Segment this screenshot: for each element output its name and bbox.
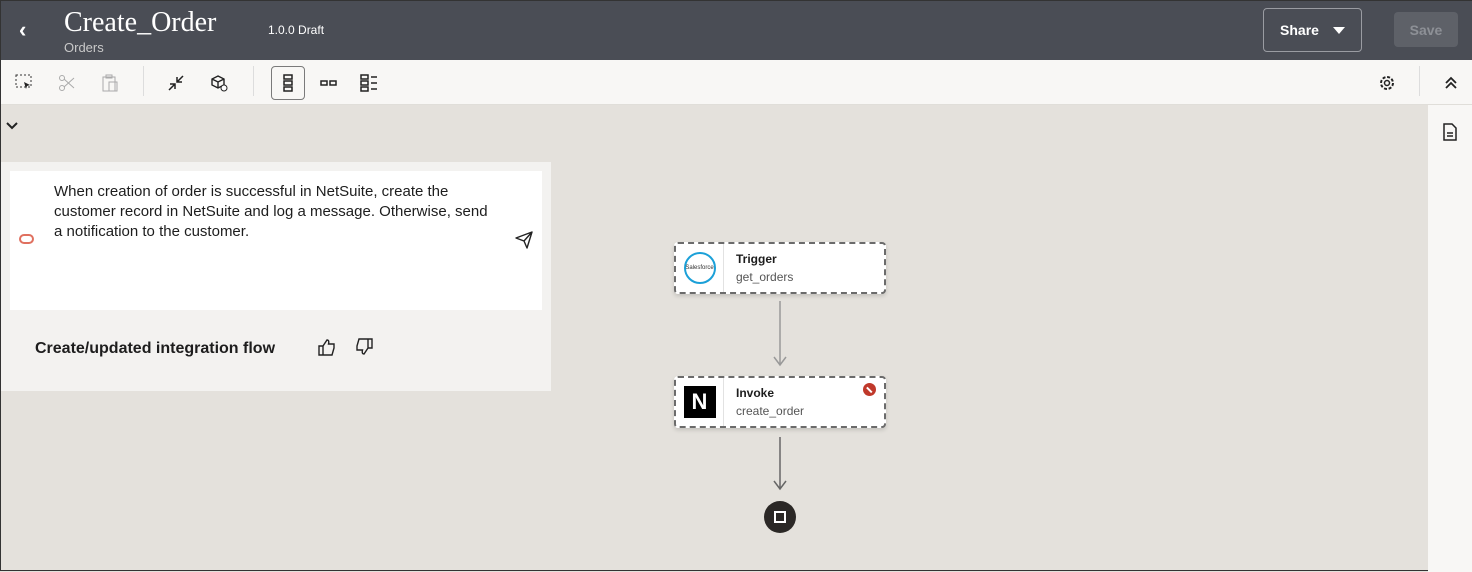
divider [1419, 66, 1420, 96]
oracle-logo-icon [19, 234, 34, 244]
collapse-icon[interactable] [159, 66, 193, 100]
select-icon[interactable] [7, 66, 41, 100]
pseudo-layout-icon[interactable] [352, 66, 386, 100]
thumbs-up-icon[interactable] [318, 338, 336, 361]
cut-icon[interactable] [50, 66, 84, 100]
caret-down-icon [1332, 26, 1345, 34]
save-button[interactable]: Save [1394, 12, 1458, 47]
app-header: ‹ Create_Order Orders 1.0.0 Draft Share … [1, 1, 1472, 60]
vertical-layout-icon[interactable] [271, 66, 305, 100]
divider [143, 66, 144, 96]
trigger-node[interactable]: Salesforce Trigger get_orders [674, 242, 886, 294]
netsuite-logo: N [676, 378, 724, 426]
toolbar [1, 60, 1472, 105]
divider [253, 66, 254, 96]
node-type: Trigger [736, 252, 777, 266]
invoke-node[interactable]: N Invoke create_order [674, 376, 886, 428]
page-subtitle: Orders [64, 40, 104, 55]
package-icon[interactable] [202, 66, 236, 100]
thumbs-down-icon[interactable] [355, 338, 373, 361]
page-title: Create_Order [64, 7, 217, 38]
end-node-stop-icon[interactable] [764, 501, 796, 533]
right-rail [1428, 105, 1472, 572]
node-name: get_orders [736, 270, 794, 284]
node-name: create_order [736, 404, 805, 418]
share-label: Share [1280, 22, 1319, 38]
assistant-panel: When creation of order is successful in … [1, 162, 551, 391]
collapse-up-icon[interactable] [1434, 66, 1468, 100]
horizontal-layout-icon[interactable] [312, 66, 346, 100]
node-type: Invoke [736, 386, 775, 400]
prompt-text[interactable]: When creation of order is successful in … [54, 182, 494, 242]
share-button[interactable]: Share [1263, 8, 1362, 52]
salesforce-logo: Salesforce [676, 244, 724, 292]
paste-icon[interactable] [93, 66, 127, 100]
settings-icon[interactable] [1370, 66, 1404, 100]
feedback-label: Create/updated integration flow [35, 340, 276, 357]
error-icon[interactable] [863, 383, 876, 396]
send-icon[interactable] [515, 231, 533, 254]
prompt-input[interactable]: When creation of order is successful in … [10, 171, 542, 310]
document-icon[interactable] [1442, 123, 1458, 146]
back-button[interactable]: ‹ [19, 17, 26, 43]
version-badge: 1.0.0 Draft [268, 23, 325, 37]
chevron-down-icon[interactable] [6, 117, 18, 135]
